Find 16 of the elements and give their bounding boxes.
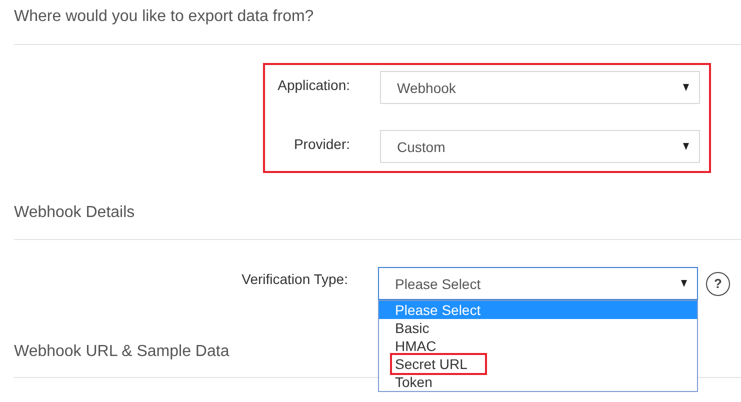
- dropdown-option[interactable]: Secret URL: [379, 355, 697, 373]
- field-label: Application:: [276, 76, 350, 93]
- section-heading: Where would you like to export data from?: [14, 7, 314, 26]
- caret-icon: [683, 84, 689, 91]
- select-field[interactable]: Custom: [380, 130, 700, 163]
- dropdown-option[interactable]: Basic: [379, 319, 697, 337]
- field-label: Provider:: [292, 135, 350, 152]
- select-field[interactable]: Webhook: [380, 71, 700, 104]
- caret-icon: [681, 280, 687, 287]
- section-heading: Webhook URL & Sample Data: [14, 342, 230, 361]
- section-heading: Webhook Details: [14, 203, 135, 222]
- dropdown-option[interactable]: Token: [379, 373, 697, 391]
- dropdown-option[interactable]: HMAC: [379, 337, 697, 355]
- field-label: Verification Type:: [240, 270, 348, 286]
- help-icon[interactable]: ?: [706, 272, 730, 296]
- caret-icon: [683, 143, 689, 150]
